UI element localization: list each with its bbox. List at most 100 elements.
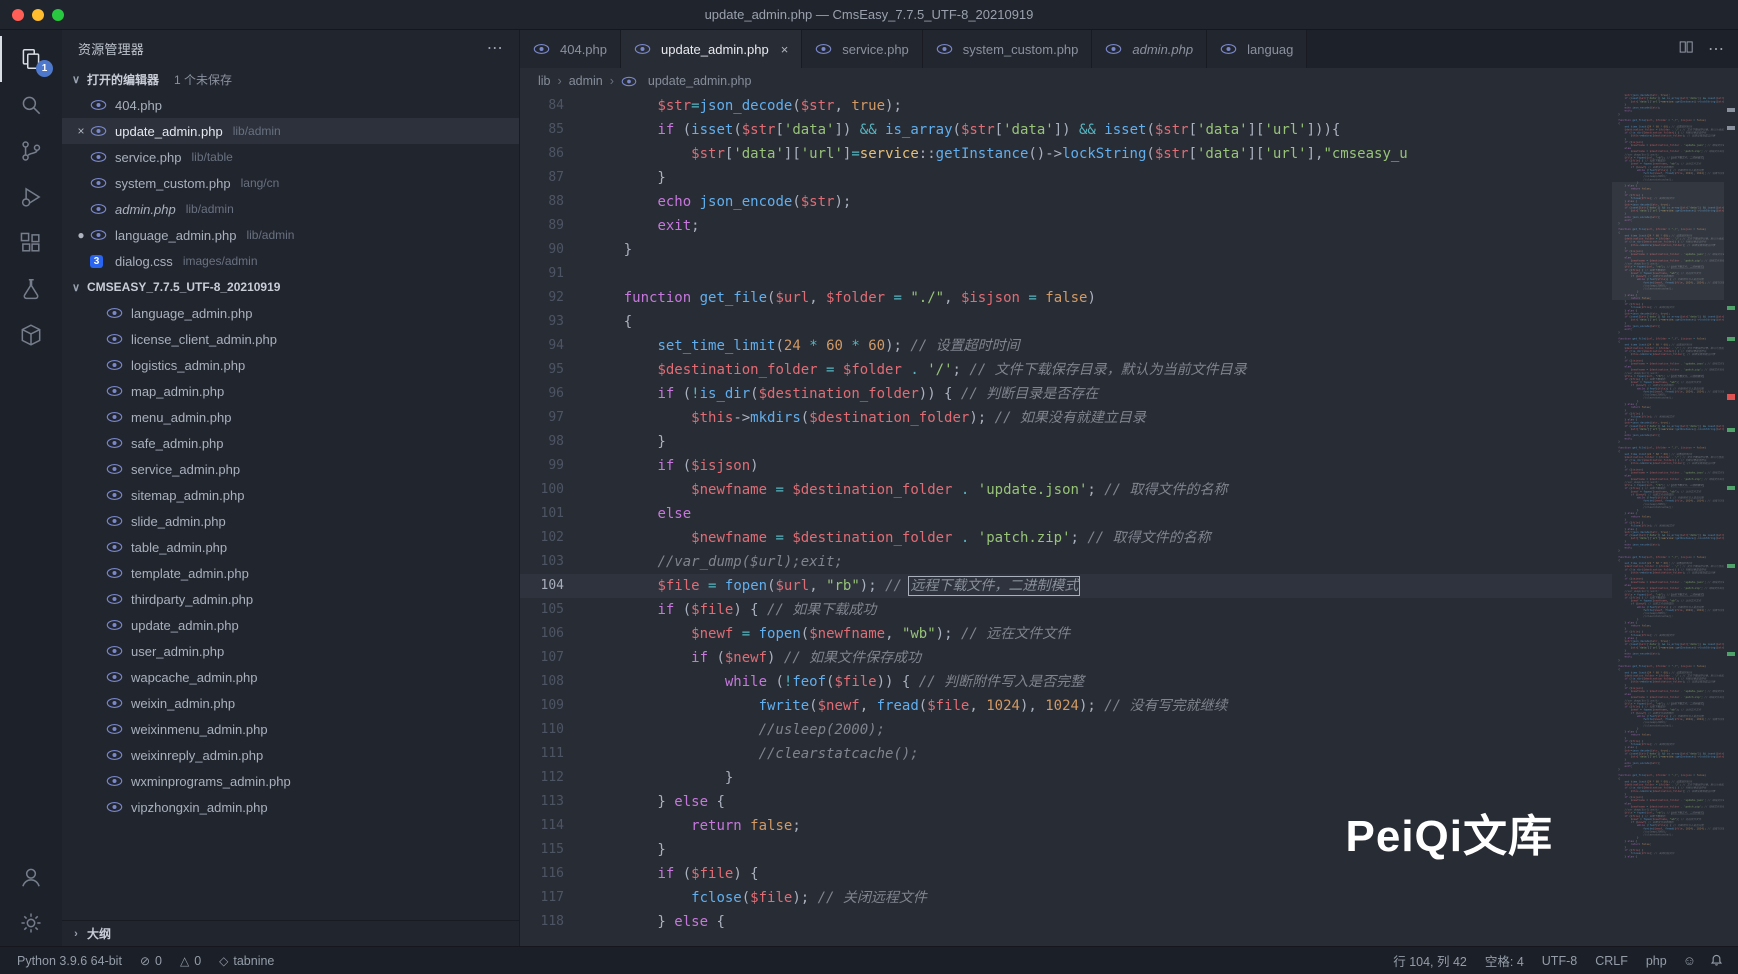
tree-file-item[interactable]: map_admin.php: [62, 378, 519, 404]
line-number[interactable]: 104: [520, 574, 590, 598]
tab-service.php[interactable]: service.php: [802, 30, 922, 68]
code-area[interactable]: 84 $str=json_decode($str, true);85 if (i…: [520, 94, 1612, 946]
breadcrumb-item[interactable]: update_admin.php: [648, 74, 752, 88]
tree-file-item[interactable]: slide_admin.php: [62, 508, 519, 534]
line-number[interactable]: 86: [520, 142, 590, 166]
indentation-status[interactable]: 空格: 4: [1476, 947, 1533, 974]
more-actions-icon[interactable]: ⋯: [1708, 39, 1724, 59]
source-control-icon[interactable]: [0, 128, 62, 174]
tree-file-item[interactable]: thirdparty_admin.php: [62, 586, 519, 612]
close-icon[interactable]: ×: [72, 124, 90, 138]
zoom-window-button[interactable]: [52, 9, 64, 21]
code-line[interactable]: 105 if ($file) { // 如果下载成功: [520, 598, 1612, 622]
tree-file-item[interactable]: safe_admin.php: [62, 430, 519, 456]
tab-system_custom.php[interactable]: system_custom.php: [923, 30, 1093, 68]
open-editor-item[interactable]: admin.phplib/admin: [62, 196, 519, 222]
tree-file-item[interactable]: logistics_admin.php: [62, 352, 519, 378]
language-mode-status[interactable]: php: [1637, 947, 1676, 974]
tree-file-item[interactable]: sitemap_admin.php: [62, 482, 519, 508]
workspace-section-header[interactable]: ∨ CMSEASY_7.7.5_UTF-8_20210919: [62, 274, 519, 300]
code-line[interactable]: 115 }: [520, 838, 1612, 862]
notifications-bell-icon[interactable]: [1703, 947, 1730, 974]
code-line[interactable]: 98 }: [520, 430, 1612, 454]
line-number[interactable]: 111: [520, 742, 590, 766]
line-number[interactable]: 115: [520, 838, 590, 862]
code-line[interactable]: 106 $newf = fopen($newfname, "wb"); // 远…: [520, 622, 1612, 646]
code-line[interactable]: 112 }: [520, 766, 1612, 790]
line-number[interactable]: 114: [520, 814, 590, 838]
close-window-button[interactable]: [12, 9, 24, 21]
code-line[interactable]: 113 } else {: [520, 790, 1612, 814]
tree-file-item[interactable]: weixin_admin.php: [62, 690, 519, 716]
line-number[interactable]: 92: [520, 286, 590, 310]
run-debug-icon[interactable]: [0, 174, 62, 220]
search-icon[interactable]: [0, 82, 62, 128]
line-number[interactable]: 103: [520, 550, 590, 574]
encoding-status[interactable]: UTF-8: [1533, 947, 1586, 974]
line-number[interactable]: 95: [520, 358, 590, 382]
line-number[interactable]: 101: [520, 502, 590, 526]
line-number[interactable]: 110: [520, 718, 590, 742]
line-number[interactable]: 84: [520, 94, 590, 118]
code-line[interactable]: 110 //usleep(2000);: [520, 718, 1612, 742]
code-line[interactable]: 95 $destination_folder = $folder . '/'; …: [520, 358, 1612, 382]
code-line[interactable]: 108 while (!feof($file)) { // 判断附件写入是否完整: [520, 670, 1612, 694]
code-line[interactable]: 89 exit;: [520, 214, 1612, 238]
line-number[interactable]: 117: [520, 886, 590, 910]
line-number[interactable]: 112: [520, 766, 590, 790]
outline-section-header[interactable]: › 大纲: [62, 920, 519, 946]
line-number[interactable]: 102: [520, 526, 590, 550]
code-line[interactable]: 102 $newfname = $destination_folder . 'p…: [520, 526, 1612, 550]
code-line[interactable]: 100 $newfname = $destination_folder . 'u…: [520, 478, 1612, 502]
code-line[interactable]: 84 $str=json_decode($str, true);: [520, 94, 1612, 118]
tab-404.php[interactable]: 404.php: [520, 30, 621, 68]
minimize-window-button[interactable]: [32, 9, 44, 21]
feedback-smiley-icon[interactable]: ☺: [1676, 947, 1703, 974]
line-number[interactable]: 109: [520, 694, 590, 718]
open-editor-item[interactable]: 404.php: [62, 92, 519, 118]
code-line[interactable]: 111 //clearstatcache();: [520, 742, 1612, 766]
tab-admin.php[interactable]: admin.php: [1092, 30, 1207, 68]
account-icon[interactable]: [0, 854, 62, 900]
package-icon[interactable]: [0, 312, 62, 358]
problems-errors-status[interactable]: ⊘0: [131, 947, 171, 974]
breadcrumb-item[interactable]: lib: [538, 74, 551, 88]
line-number[interactable]: 100: [520, 478, 590, 502]
split-editor-icon[interactable]: [1678, 39, 1694, 60]
open-editor-item[interactable]: system_custom.phplang/cn: [62, 170, 519, 196]
open-editor-item[interactable]: service.phplib/table: [62, 144, 519, 170]
tree-file-item[interactable]: weixinreply_admin.php: [62, 742, 519, 768]
testing-icon[interactable]: [0, 266, 62, 312]
tree-file-item[interactable]: weixinmenu_admin.php: [62, 716, 519, 742]
line-number[interactable]: 113: [520, 790, 590, 814]
code-line[interactable]: 93 {: [520, 310, 1612, 334]
code-line[interactable]: 99 if ($isjson): [520, 454, 1612, 478]
minimap-slider[interactable]: [1612, 182, 1724, 300]
open-editor-item[interactable]: 3dialog.cssimages/admin: [62, 248, 519, 274]
line-number[interactable]: 91: [520, 262, 590, 286]
eol-status[interactable]: CRLF: [1586, 947, 1637, 974]
line-number[interactable]: 88: [520, 190, 590, 214]
code-line[interactable]: 117 fclose($file); // 关闭远程文件: [520, 886, 1612, 910]
line-number[interactable]: 98: [520, 430, 590, 454]
line-number[interactable]: 94: [520, 334, 590, 358]
line-number[interactable]: 107: [520, 646, 590, 670]
code-line[interactable]: 104 $file = fopen($url, "rb"); // 远程下载文件…: [520, 574, 1612, 598]
line-number[interactable]: 89: [520, 214, 590, 238]
problems-warnings-status[interactable]: △0: [171, 947, 210, 974]
open-editors-section-header[interactable]: ∨ 打开的编辑器 1 个未保存: [62, 66, 519, 92]
line-number[interactable]: 99: [520, 454, 590, 478]
code-line[interactable]: 92 function get_file($url, $folder = "./…: [520, 286, 1612, 310]
code-line[interactable]: 103 //var_dump($url);exit;: [520, 550, 1612, 574]
code-line[interactable]: 118 } else {: [520, 910, 1612, 934]
code-line[interactable]: 107 if ($newf) // 如果文件保存成功: [520, 646, 1612, 670]
line-number[interactable]: 96: [520, 382, 590, 406]
settings-gear-icon[interactable]: [0, 900, 62, 946]
code-line[interactable]: 86 $str['data']['url']=service::getInsta…: [520, 142, 1612, 166]
python-version-status[interactable]: Python 3.9.6 64-bit: [8, 947, 131, 974]
tree-file-item[interactable]: user_admin.php: [62, 638, 519, 664]
open-editor-item[interactable]: ×update_admin.phplib/admin: [62, 118, 519, 144]
tree-file-item[interactable]: language_admin.php: [62, 300, 519, 326]
code-line[interactable]: 97 $this->mkdirs($destination_folder); /…: [520, 406, 1612, 430]
code-line[interactable]: 96 if (!is_dir($destination_folder)) { /…: [520, 382, 1612, 406]
